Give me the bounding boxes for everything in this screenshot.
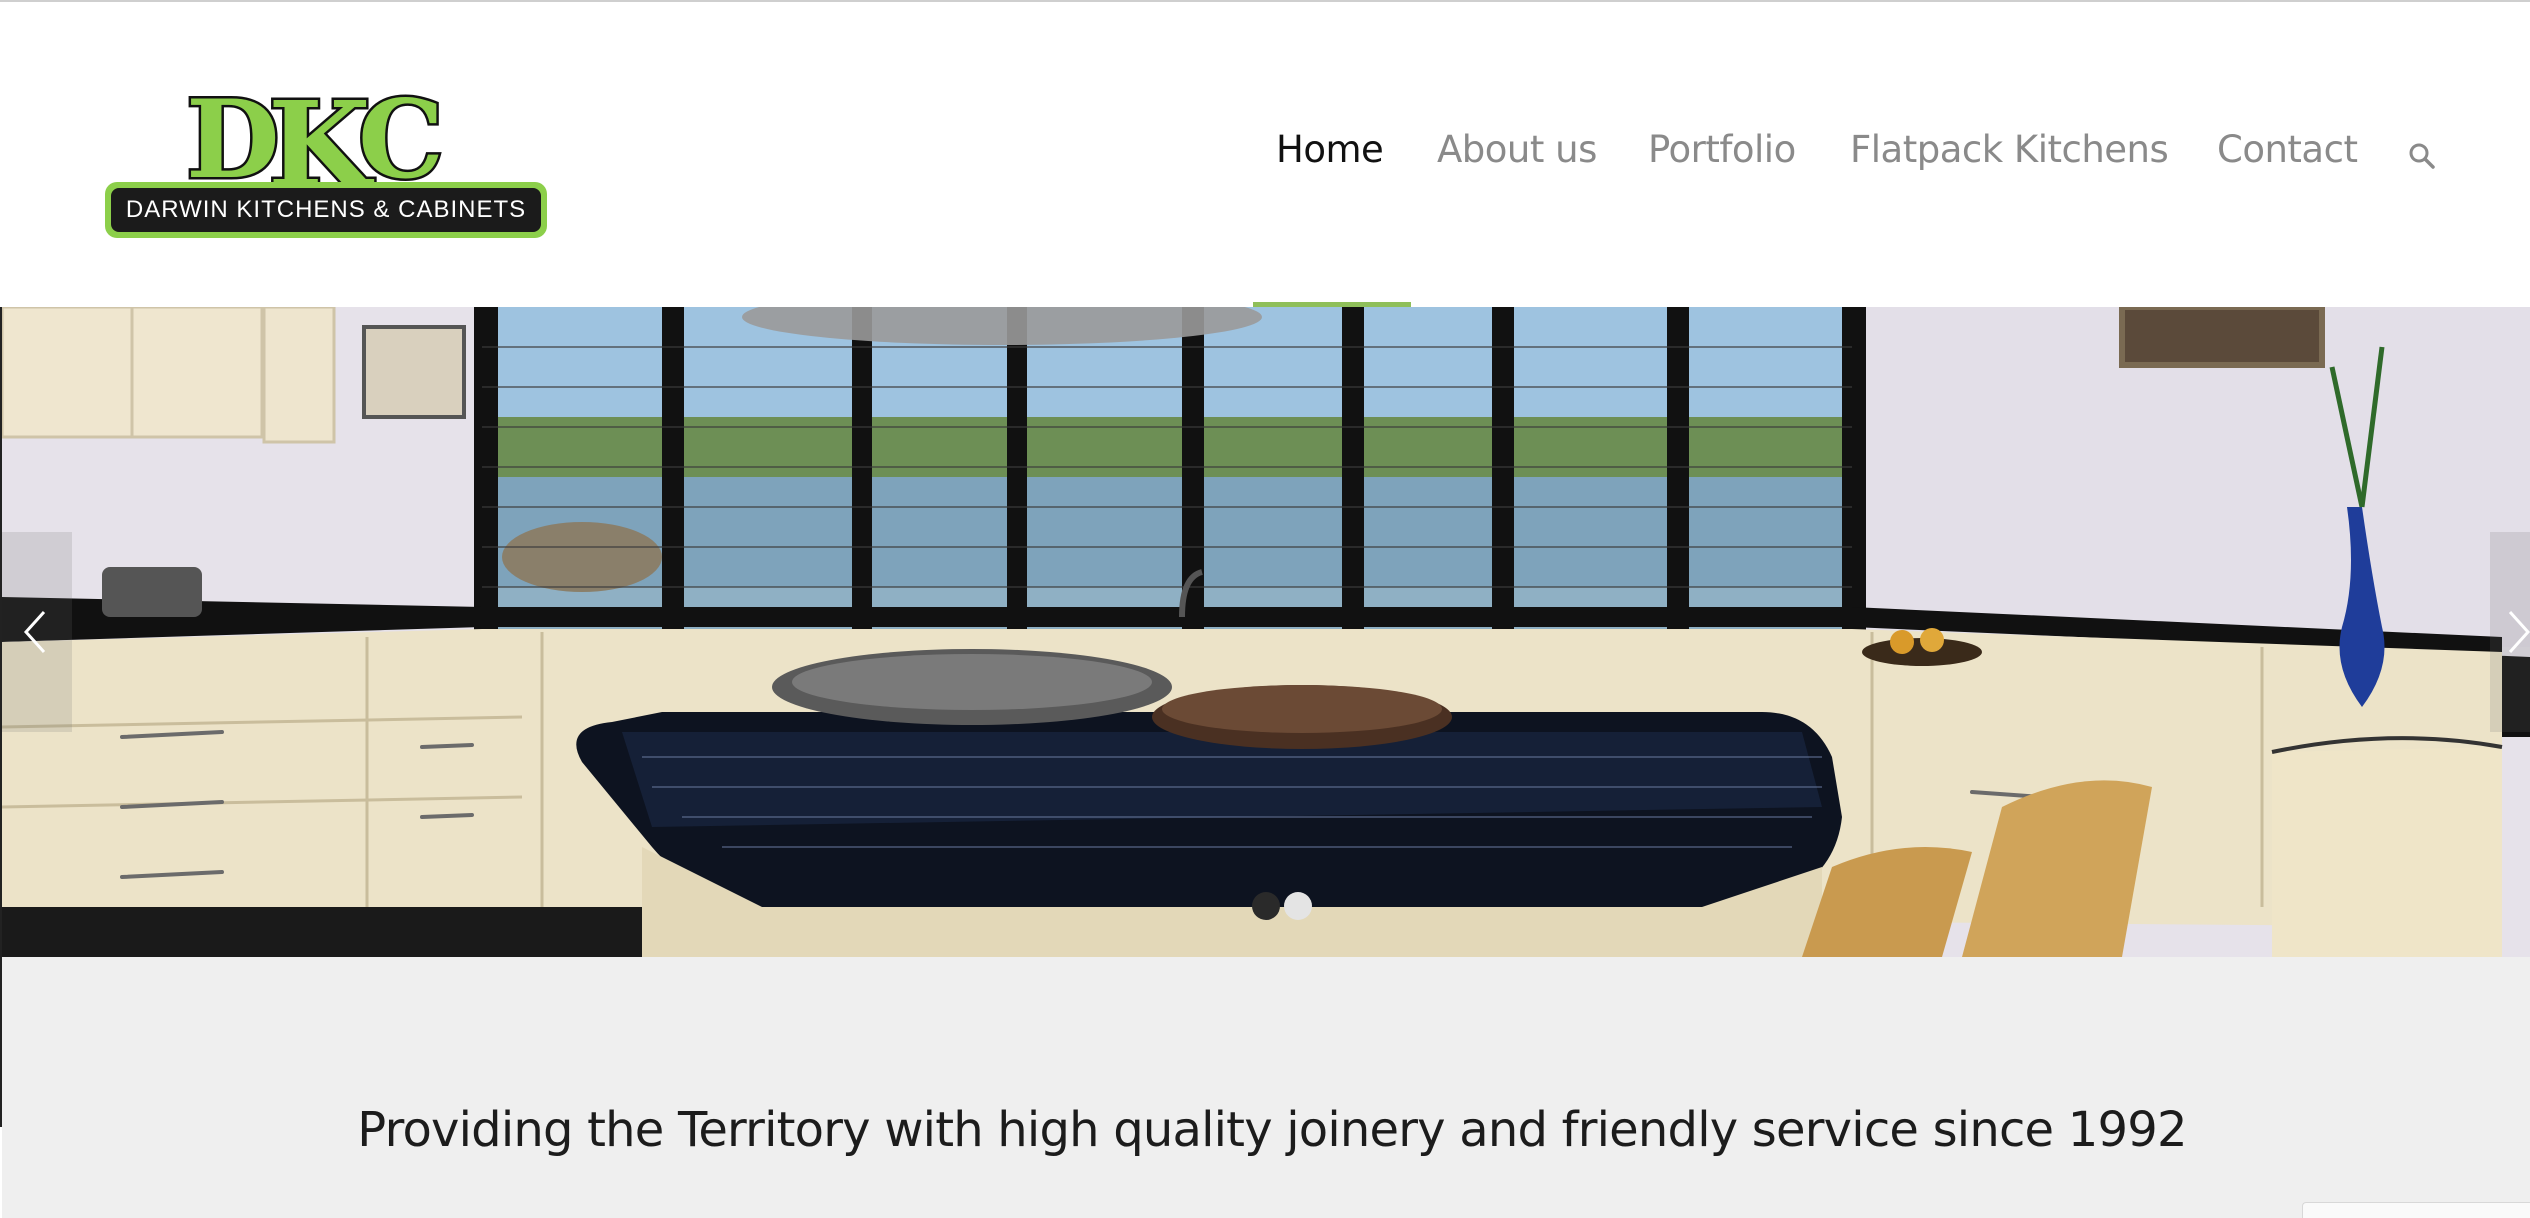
search-icon[interactable] — [2408, 142, 2436, 170]
slider-pagination — [1252, 892, 1314, 922]
nav-item-home[interactable]: Home — [1276, 128, 1384, 171]
tagline-heading: Providing the Territory with high qualit… — [357, 1102, 2187, 1158]
site-header: D K C DARWIN KITCHENS & CABINETS Home Ab… — [0, 2, 2530, 308]
corner-badge[interactable]: ... — [2302, 1202, 2530, 1218]
svg-text:D: D — [186, 82, 280, 194]
slide-dot-2[interactable] — [1284, 892, 1312, 920]
site-logo[interactable]: D K C DARWIN KITCHENS & CABINETS — [105, 82, 547, 240]
nav-item-portfolio[interactable]: Portfolio — [1648, 128, 1796, 171]
logo-tagline: DARWIN KITCHENS & CABINETS — [111, 188, 541, 232]
svg-text:C: C — [358, 82, 444, 194]
nav-item-flatpack-kitchens[interactable]: Flatpack Kitchens — [1850, 128, 2169, 171]
hero-slider — [2, 307, 2530, 957]
chevron-right-icon — [2508, 610, 2530, 654]
slide-dot-1[interactable] — [1252, 892, 1280, 920]
intro-section: Providing the Territory with high qualit… — [2, 957, 2530, 1218]
slide-image-kitchen — [2, 307, 2530, 957]
nav-item-about-us[interactable]: About us — [1437, 128, 1597, 171]
page: D K C DARWIN KITCHENS & CABINETS Home Ab… — [0, 0, 2530, 1218]
nav-item-contact[interactable]: Contact — [2217, 128, 2358, 171]
logo-plate: DARWIN KITCHENS & CABINETS — [105, 182, 547, 238]
slider-prev-button[interactable] — [2, 532, 72, 732]
logo-monogram: D K C — [184, 82, 447, 194]
chevron-left-icon — [23, 610, 46, 654]
slider-next-button[interactable] — [2490, 532, 2530, 732]
